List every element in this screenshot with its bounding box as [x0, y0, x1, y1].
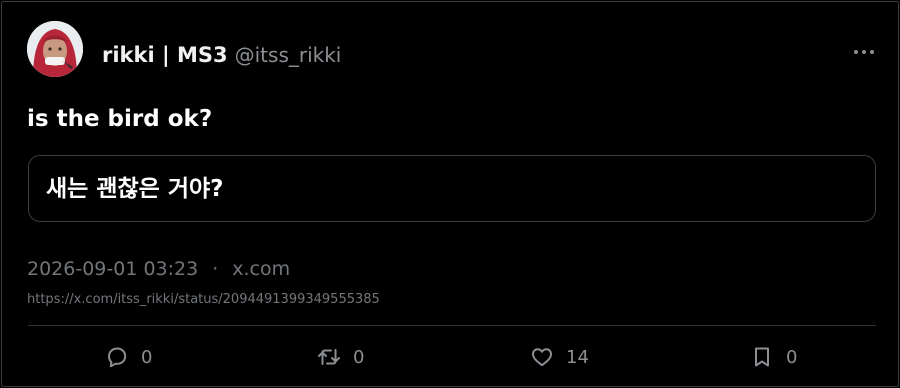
tweet-meta: 2026-09-01 03:23 · x.com — [27, 256, 290, 282]
repost-count: 0 — [353, 346, 365, 368]
tweet-card: rikki | MS3 @itss_rikki is the bird ok? … — [1, 1, 899, 387]
user-handle[interactable]: @itss_rikki — [235, 40, 342, 70]
more-options-icon[interactable] — [854, 46, 874, 58]
avatar[interactable] — [27, 21, 83, 77]
action-bar: 0 0 14 0 — [2, 340, 900, 374]
reply-button[interactable]: 0 — [105, 340, 152, 374]
tweet-text: is the bird ok? — [27, 106, 213, 132]
avatar-image — [27, 21, 83, 77]
repost-icon — [318, 349, 340, 365]
timestamp[interactable]: 2026-09-01 03:23 — [27, 256, 198, 282]
heart-icon — [532, 348, 552, 367]
divider — [28, 325, 876, 326]
like-button[interactable]: 14 — [530, 340, 589, 374]
source-link[interactable]: x.com — [232, 256, 290, 282]
translation-box: 새는 괜찮은 거야? — [28, 155, 876, 222]
reply-icon — [108, 347, 127, 368]
reply-count: 0 — [141, 346, 153, 368]
repost-button[interactable]: 0 — [317, 340, 364, 374]
translation-text: 새는 괜찮은 거야? — [46, 176, 224, 202]
bookmark-button[interactable]: 0 — [750, 340, 797, 374]
bookmark-icon — [755, 347, 769, 367]
meta-separator: · — [212, 258, 219, 280]
like-count: 14 — [566, 346, 589, 368]
tweet-url[interactable]: https://x.com/itss_rikki/status/20944913… — [27, 291, 380, 309]
bookmark-count: 0 — [786, 346, 798, 368]
author-line: rikki | MS3 @itss_rikki — [102, 40, 341, 70]
display-name[interactable]: rikki | MS3 — [102, 40, 228, 70]
